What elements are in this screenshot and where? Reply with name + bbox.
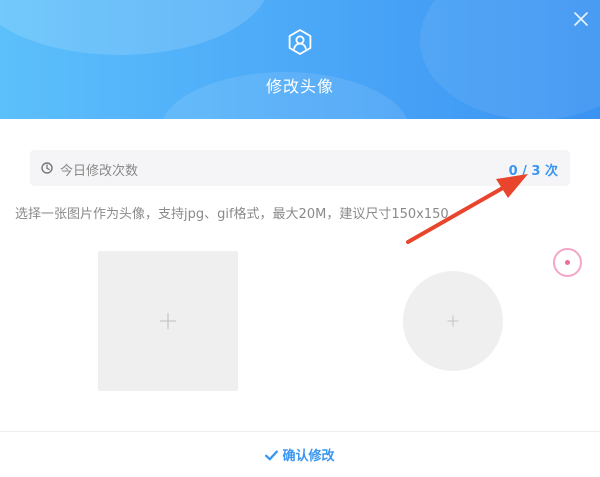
dialog-header: 修改头像	[0, 0, 600, 119]
dialog-title: 修改头像	[265, 77, 334, 96]
round-avatar-upload[interactable]	[403, 271, 503, 371]
close-icon[interactable]	[572, 10, 590, 28]
daily-change-count-label: 今日修改次数	[60, 164, 139, 179]
annotation-arrow	[406, 174, 528, 244]
plus-icon	[160, 313, 176, 329]
user-shield-icon	[288, 29, 312, 55]
square-avatar-upload[interactable]	[98, 251, 238, 391]
confirm-change-button[interactable]: 确认修改	[0, 445, 600, 464]
record-indicator[interactable]	[553, 248, 582, 277]
plus-icon	[447, 315, 459, 327]
confirm-change-label: 确认修改	[282, 449, 335, 464]
clock-icon	[41, 162, 53, 174]
check-icon	[265, 450, 279, 461]
header-decoration	[0, 0, 270, 55]
dialog-footer: 确认修改	[0, 431, 600, 477]
avatar-edit-dialog: 修改头像 今日修改次数 0 / 3 次 选择一张图片作为头像，支持jpg、gif…	[0, 0, 600, 477]
